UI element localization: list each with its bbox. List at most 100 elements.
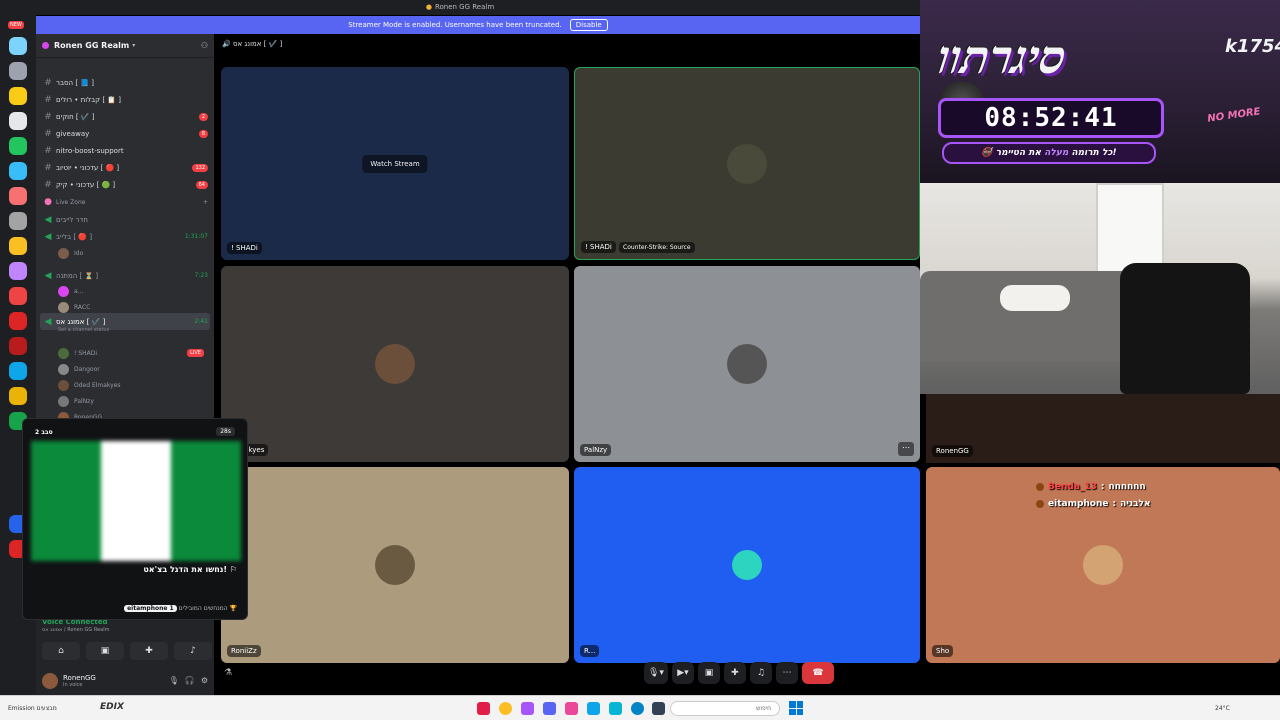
invite-icon[interactable]: ⚇ bbox=[201, 41, 208, 50]
chat-message: eitamphone: אלבניה bbox=[1036, 495, 1151, 512]
voice-channel-path[interactable]: אמונג אס / Ronen GG Realm bbox=[42, 627, 208, 633]
microphone-icon[interactable]: 🎙 bbox=[169, 676, 179, 685]
avatar bbox=[727, 143, 767, 184]
channel-item[interactable]: # חוקים [ ✔️ ] 2 bbox=[40, 108, 210, 125]
disable-button[interactable]: Disable bbox=[569, 19, 608, 31]
app-icon[interactable] bbox=[587, 702, 600, 715]
gear-icon[interactable]: ⚙ bbox=[201, 676, 208, 685]
participant-tile[interactable]: PalNzy ⋯ bbox=[574, 266, 920, 462]
channel-item[interactable]: # הסבר [ 📘 ] bbox=[40, 74, 210, 91]
share-screen-button[interactable]: ▣ bbox=[697, 662, 720, 684]
voice-user[interactable]: a... bbox=[58, 283, 208, 299]
server-icon[interactable] bbox=[9, 262, 27, 280]
voice-user[interactable]: RACC bbox=[58, 299, 208, 315]
avatar bbox=[375, 545, 415, 585]
server-icon[interactable] bbox=[9, 237, 27, 255]
voice-user[interactable]: PalNzy bbox=[58, 393, 208, 409]
server-icon[interactable] bbox=[9, 87, 27, 105]
voice-channel-icon: 🔊 bbox=[222, 40, 233, 48]
stream-tile[interactable]: Watch Stream ! SHADi bbox=[221, 67, 569, 260]
add-channel-icon[interactable]: + bbox=[203, 199, 208, 206]
app-icon[interactable] bbox=[565, 702, 578, 715]
call-header: 🔊 אמונג אס [ ✔️ ] bbox=[222, 40, 283, 48]
voice-user[interactable]: Oded Elmakyes bbox=[58, 377, 208, 393]
hash-icon: # bbox=[44, 77, 52, 88]
elapsed-time: 1:31:07 bbox=[184, 233, 208, 240]
server-icon[interactable] bbox=[9, 387, 27, 405]
discord-icon[interactable] bbox=[543, 702, 556, 715]
mention-badge: 2 bbox=[198, 112, 208, 121]
category-live-zone[interactable]: ● Live Zone + bbox=[40, 195, 210, 209]
voice-channel-item[interactable]: ◀ המתנה [ ⏳ ] 7:23 bbox=[40, 267, 210, 284]
hash-icon: # bbox=[44, 94, 52, 105]
channel-item[interactable]: # nitro-boost-support bbox=[40, 142, 210, 159]
voice-channel-item[interactable]: ◀ בלייב [ 🔴 ] 1:31:07 bbox=[40, 228, 210, 245]
more-options-button[interactable]: ⋯ bbox=[898, 442, 914, 456]
participant-tile[interactable]: RonenGG bbox=[926, 394, 1280, 463]
call-controls: 🎙▾ ▶▾ ▣ ✚ ♫ ⋯ ☎ bbox=[644, 662, 834, 684]
server-icon[interactable] bbox=[9, 312, 27, 330]
channel-item[interactable]: # giveaway 8 bbox=[40, 125, 210, 142]
participant-tile[interactable]: R... bbox=[574, 467, 920, 663]
server-icon[interactable] bbox=[9, 187, 27, 205]
game-activity: Counter-Strike: Source bbox=[619, 242, 695, 253]
more-button[interactable]: ⋯ bbox=[775, 662, 798, 684]
camera-button[interactable]: ⌂ bbox=[42, 642, 80, 660]
app-icon[interactable] bbox=[609, 702, 622, 715]
activity-launcher-icon[interactable]: ⚗ bbox=[224, 668, 232, 678]
taskbar-widget[interactable]: Emission מבצעים bbox=[8, 705, 57, 712]
channel-status[interactable]: Set a channel status bbox=[58, 327, 109, 333]
server-icon[interactable] bbox=[9, 287, 27, 305]
voice-call-area: 🔊 אמונג אס [ ✔️ ] Watch Stream ! SHADi !… bbox=[214, 34, 920, 695]
chrome-icon[interactable] bbox=[499, 702, 512, 715]
user-name: Dangoor bbox=[74, 365, 100, 373]
live-zone-icon: ● bbox=[44, 197, 52, 207]
voice-channel-item[interactable]: ◀ חדר לייבים bbox=[40, 211, 210, 228]
participant-tile[interactable]: Elmakyes bbox=[221, 266, 569, 462]
server-icon[interactable] bbox=[9, 37, 27, 55]
server-icon[interactable] bbox=[9, 62, 27, 80]
avatar bbox=[58, 301, 69, 313]
activities-button[interactable]: ✚ bbox=[723, 662, 746, 684]
watch-stream-button[interactable]: Watch Stream bbox=[362, 154, 428, 173]
server-icon[interactable] bbox=[9, 112, 27, 130]
search-input[interactable]: חיפוש bbox=[670, 701, 780, 716]
disconnect-button[interactable]: ☎ bbox=[801, 662, 834, 684]
activities-button[interactable]: ✚ bbox=[130, 642, 168, 660]
avatar[interactable] bbox=[42, 672, 58, 689]
voice-user[interactable]: ! SHADi LIVE bbox=[58, 345, 208, 361]
edge-icon[interactable] bbox=[631, 702, 644, 715]
hash-icon: # bbox=[44, 145, 52, 156]
weather-widget[interactable]: 24°C bbox=[1215, 705, 1230, 712]
elapsed-time: 2:41 bbox=[194, 318, 208, 325]
voice-user[interactable]: Ido bbox=[58, 245, 208, 261]
flag-stripe bbox=[171, 441, 241, 561]
channel-item[interactable]: # קבלות • רולים [ 📋 ] bbox=[40, 91, 210, 108]
camera-toggle-button[interactable]: ▶▾ bbox=[671, 662, 694, 684]
windows-start-icon[interactable] bbox=[789, 701, 803, 715]
avatar bbox=[58, 285, 69, 297]
soundboard-button[interactable]: ♪ bbox=[174, 642, 212, 660]
donation-caption: 🚭 כל תרומה מעלה את הטיימר! bbox=[942, 142, 1156, 164]
mute-button[interactable]: 🎙▾ bbox=[644, 662, 668, 684]
countdown: 28s bbox=[216, 427, 235, 436]
headphones-icon[interactable]: 🎧 bbox=[185, 676, 195, 685]
server-icon[interactable] bbox=[9, 162, 27, 180]
server-icon[interactable] bbox=[9, 137, 27, 155]
channel-item[interactable]: # עדכוני • קיק [ 🟢 ] 64 bbox=[40, 176, 210, 193]
server-icon[interactable] bbox=[9, 337, 27, 355]
screen-share-button[interactable]: ▣ bbox=[86, 642, 124, 660]
server-icon[interactable] bbox=[9, 212, 27, 230]
channel-name: עדכוני • יוטיוב [ 🔴 ] bbox=[56, 163, 120, 172]
soundboard-button[interactable]: ♫ bbox=[749, 662, 772, 684]
participant-tile[interactable]: RoniiZz bbox=[221, 467, 569, 663]
app-icon[interactable] bbox=[521, 702, 534, 715]
banner-text: Streamer Mode is enabled. Usernames have… bbox=[348, 21, 562, 29]
voice-user[interactable]: Dangoor bbox=[58, 361, 208, 377]
app-icon[interactable] bbox=[477, 702, 490, 715]
server-header[interactable]: Ronen GG Realm ▾ ⚇ bbox=[36, 34, 214, 58]
participant-tile[interactable]: ! SHADi Counter-Strike: Source bbox=[574, 67, 920, 260]
server-icon[interactable] bbox=[9, 362, 27, 380]
app-icon[interactable] bbox=[652, 702, 665, 715]
channel-item[interactable]: # עדכוני • יוטיוב [ 🔴 ] 132 bbox=[40, 159, 210, 176]
